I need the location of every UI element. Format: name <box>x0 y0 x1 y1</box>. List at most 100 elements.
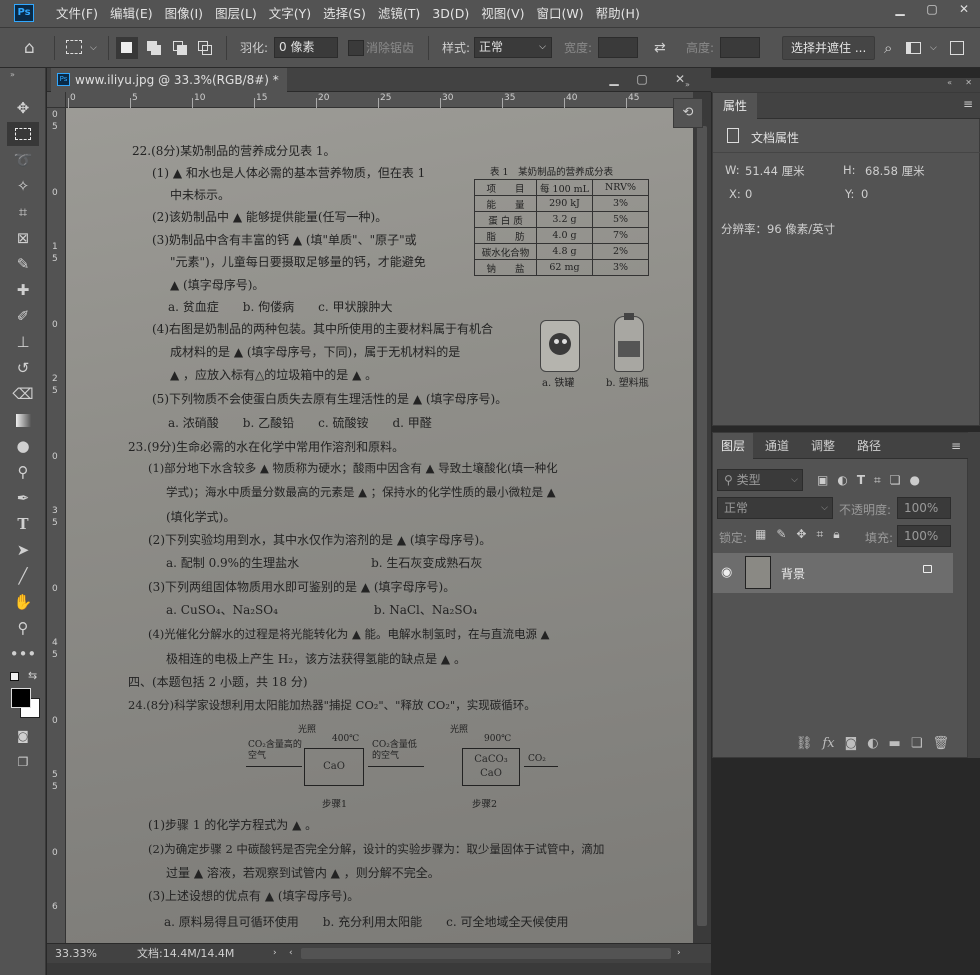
menu-help[interactable]: 帮助(H) <box>590 0 646 28</box>
restore-button[interactable]: ▢ <box>916 0 948 20</box>
add-selection-icon[interactable] <box>147 41 161 55</box>
crop-tool-icon[interactable]: ⌗ <box>7 200 39 224</box>
tab-channels[interactable]: 通道 <box>765 433 789 459</box>
panel-menu-icon[interactable]: ≡ <box>963 97 973 111</box>
workspace-icon[interactable] <box>906 42 921 54</box>
gradient-tool-icon[interactable] <box>7 408 39 432</box>
menu-file[interactable]: 文件(F) <box>50 0 104 28</box>
rect-marquee-icon[interactable] <box>66 40 82 54</box>
menu-view[interactable]: 视图(V) <box>475 0 530 28</box>
lock-pixels-icon[interactable]: ✎ <box>776 527 786 542</box>
lock-all-icon[interactable]: 🔒︎ <box>833 527 839 542</box>
fill-input[interactable]: 100% <box>897 525 951 547</box>
swap-colors-icon[interactable]: ⇆ <box>28 669 37 682</box>
select-and-mask-button[interactable]: 选择并遮住 ... <box>782 36 876 60</box>
layer-row[interactable]: ◉ 背景 <box>713 553 953 593</box>
menu-select[interactable]: 选择(S) <box>317 0 372 28</box>
zoom-level[interactable]: 33.33% <box>55 944 97 963</box>
collapse-icon[interactable]: » <box>10 70 15 79</box>
horizontal-scroll-thumb[interactable] <box>301 948 671 959</box>
default-colors-icon[interactable] <box>10 672 19 681</box>
add-mask-icon[interactable]: ◙ <box>845 736 858 751</box>
stamp-tool-icon[interactable]: ⊥ <box>7 330 39 354</box>
tab-layers[interactable]: 图层 <box>713 433 754 459</box>
search-icon[interactable]: ⌕ <box>884 28 892 68</box>
menu-type[interactable]: 文字(Y) <box>263 0 317 28</box>
frame-tool-icon[interactable]: ⊠ <box>7 226 39 250</box>
feather-input[interactable]: 0 像素 <box>274 37 338 58</box>
scroll-thumb[interactable] <box>697 126 707 926</box>
lasso-tool-icon[interactable]: ➰ <box>7 148 39 172</box>
opacity-input[interactable]: 100% <box>897 497 951 519</box>
history-brush-icon[interactable]: ↺ <box>7 356 39 380</box>
chevron-down-icon[interactable]: ⌵ <box>930 28 937 68</box>
minimize-button[interactable]: ▁ <box>884 0 916 20</box>
intersect-selection-icon[interactable] <box>198 41 212 55</box>
history-panel-icon[interactable]: ⟲ <box>673 98 703 128</box>
blend-mode-select[interactable]: 正常 ⌵ <box>717 497 833 519</box>
swap-icon[interactable]: ⇄ <box>654 28 666 68</box>
width-input[interactable] <box>598 37 638 58</box>
shape-filter-icon[interactable]: ⌗ <box>874 473 881 488</box>
canvas[interactable]: 22.(8分)某奶制品的营养成分见表 1。 (1) ▲ 和水也是人体必需的基本营… <box>66 108 693 943</box>
adjustment-layer-icon[interactable]: ◐ <box>867 736 878 751</box>
chevron-down-icon[interactable]: ⌵ <box>90 28 97 68</box>
healing-brush-icon[interactable]: ✚ <box>7 278 39 302</box>
eyedropper-icon[interactable]: ✎ <box>7 252 39 276</box>
close-panel-icon[interactable]: ✕ <box>965 78 972 87</box>
menu-3d[interactable]: 3D(D) <box>426 0 475 28</box>
panel-menu-icon[interactable]: ≡ <box>951 433 961 459</box>
height-value[interactable]: 68.58 厘米 <box>865 163 925 179</box>
quick-mask-icon[interactable]: ◙ <box>7 724 39 748</box>
adjustment-filter-icon[interactable]: ◐ <box>837 473 847 487</box>
new-group-icon[interactable]: ▬ <box>889 736 901 751</box>
y-value[interactable]: 0 <box>861 187 868 201</box>
vertical-ruler[interactable]: 0 1 2 3 4 5 6 5 0 5 0 5 0 5 0 5 0 5 0 <box>47 108 66 943</box>
visibility-eye-icon[interactable]: ◉ <box>721 565 732 580</box>
path-select-icon[interactable]: ➤ <box>7 538 39 562</box>
home-icon[interactable]: ⌂ <box>24 28 35 68</box>
collapse-icon[interactable]: « <box>947 78 952 87</box>
eraser-icon[interactable]: ⌫ <box>7 382 39 406</box>
move-tool-icon[interactable]: ✥ <box>7 96 39 120</box>
x-value[interactable]: 0 <box>745 187 752 201</box>
doc-restore-button[interactable]: ▢ <box>631 70 653 88</box>
layer-name[interactable]: 背景 <box>781 565 805 582</box>
document-tab[interactable]: Ps www.iliyu.jpg @ 33.3%(RGB/8#) * <box>51 68 287 92</box>
menu-window[interactable]: 窗口(W) <box>531 0 590 28</box>
scroll-left-icon[interactable]: ‹ <box>289 944 293 963</box>
marquee-tool-icon[interactable] <box>7 122 39 146</box>
new-selection-icon[interactable] <box>116 37 138 59</box>
scroll-right-icon[interactable]: › <box>677 944 681 963</box>
horizontal-ruler[interactable]: 0 5 10 15 20 25 30 35 40 45 <box>66 92 693 108</box>
status-chevron-icon[interactable]: › <box>273 944 277 963</box>
fx-icon[interactable]: fx <box>822 736 834 751</box>
lock-position-icon[interactable]: ✥ <box>796 527 806 542</box>
kind-filter-select[interactable]: ⚲ 类型 ⌵ <box>717 469 803 491</box>
delete-layer-icon[interactable]: 🗑︎ <box>932 736 949 751</box>
dodge-tool-icon[interactable]: ⚲ <box>7 460 39 484</box>
screen-mode-icon[interactable]: ❐ <box>7 750 39 774</box>
foreground-color-swatch[interactable] <box>11 688 31 708</box>
pen-tool-icon[interactable]: ✒ <box>7 486 39 510</box>
tab-adjustments[interactable]: 调整 <box>811 433 835 459</box>
menu-layer[interactable]: 图层(L) <box>209 0 263 28</box>
new-layer-icon[interactable]: ❏ <box>911 736 923 751</box>
antialias-checkbox[interactable] <box>348 40 364 56</box>
menu-image[interactable]: 图像(I) <box>159 0 209 28</box>
lock-transparent-icon[interactable]: ▦ <box>755 527 766 542</box>
line-tool-icon[interactable]: ╱ <box>7 564 39 588</box>
blur-tool-icon[interactable]: ● <box>7 434 39 458</box>
smart-object-filter-icon[interactable]: ❏ <box>890 473 901 487</box>
expand-icon[interactable]: » <box>685 80 690 89</box>
tab-paths[interactable]: 路径 <box>857 433 881 459</box>
close-button[interactable]: ✕ <box>948 0 980 20</box>
hand-tool-icon[interactable]: ✋ <box>7 590 39 614</box>
menu-edit[interactable]: 编辑(E) <box>104 0 159 28</box>
menu-filter[interactable]: 滤镜(T) <box>372 0 426 28</box>
style-select[interactable]: 正常 ⌵ <box>474 37 552 58</box>
filter-toggle-icon[interactable]: ● <box>910 473 920 487</box>
height-input[interactable] <box>720 37 760 58</box>
share-icon[interactable] <box>950 41 964 55</box>
subtract-selection-icon[interactable] <box>173 41 187 55</box>
